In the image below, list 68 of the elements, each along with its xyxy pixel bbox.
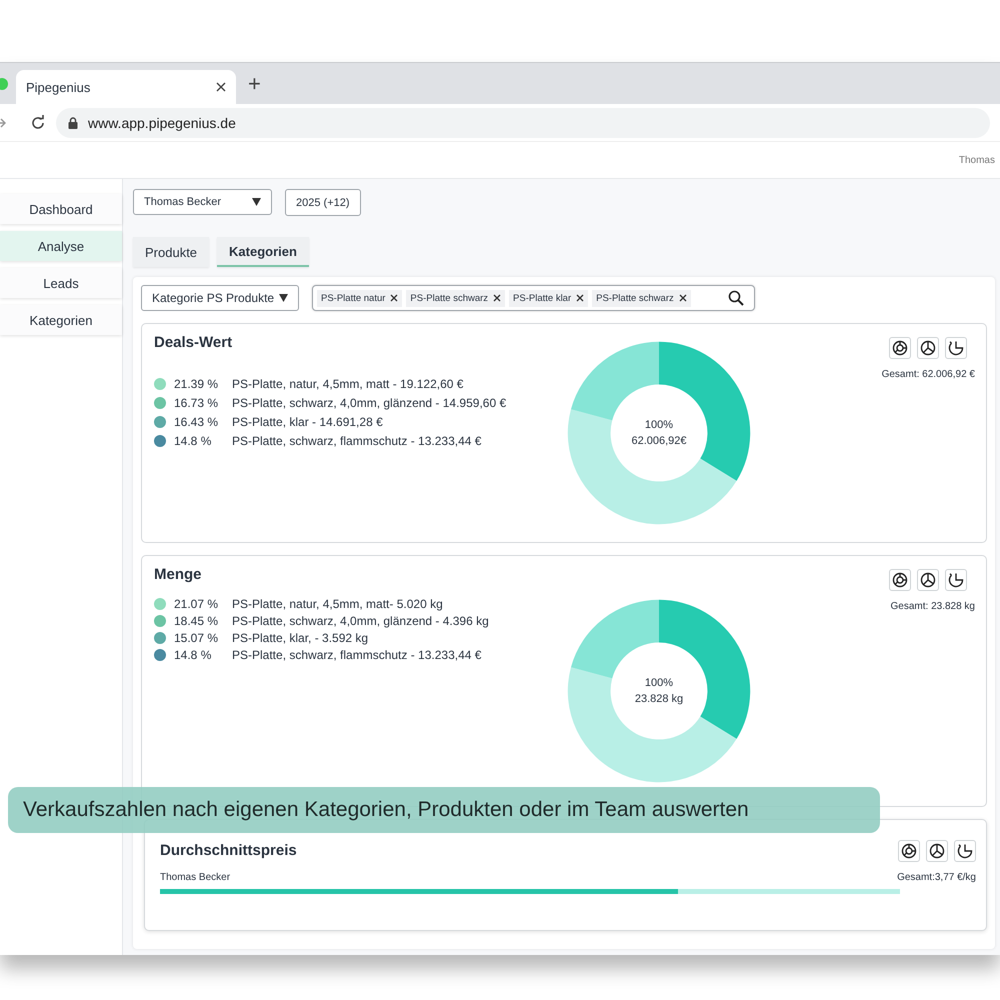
pie-chart-icon[interactable] <box>917 569 939 591</box>
donut-center-label: 100% <box>644 677 674 689</box>
total-label: Gesamt: 23.828 kg <box>890 601 975 612</box>
donut-center-label: 100% <box>644 419 674 431</box>
tag-label: PS-Platte natur <box>321 292 386 304</box>
close-icon[interactable] <box>678 294 687 302</box>
browser-tab[interactable]: Pipegenius <box>16 70 236 104</box>
legend-label: PS-Platte, schwarz, flammschutz - 13.233,44 € <box>232 648 482 662</box>
tag-label: PS-Platte schwarz <box>596 292 674 304</box>
legend-label: PS-Platte, klar - 14.691,28 € <box>232 415 383 429</box>
sidebar-item[interactable]: Dashboard <box>0 194 122 224</box>
donut-chart-icon[interactable] <box>889 337 911 359</box>
bar-label: Thomas Becker <box>160 872 230 883</box>
sidebar-item[interactable]: Kategorien <box>0 305 122 335</box>
legend-label: PS-Platte, schwarz, 4,0mm, glänzend - 14.959,60 € <box>232 396 506 410</box>
pie-chart-icon[interactable] <box>917 337 939 359</box>
caption-banner: Verkaufszahlen nach eigenen Kategorien, Produkten oder im Team auswerten <box>8 787 880 833</box>
category-dropdown[interactable]: Kategorie PS Produkte <box>141 285 299 311</box>
total-label: Gesamt: 62.006,92 € <box>882 369 975 380</box>
search-icon[interactable] <box>728 290 744 306</box>
legend-percent: 15.07 % <box>174 631 220 645</box>
card-title: Menge <box>154 566 203 583</box>
legend-percent: 14.8 % <box>174 648 212 662</box>
card-title: Deals-Wert <box>154 334 234 351</box>
caret-icon <box>252 198 261 206</box>
user-name[interactable]: Thomas <box>958 154 995 166</box>
new-tab-button[interactable]: + <box>248 70 261 96</box>
tag-label: PS-Platte klar <box>513 292 572 304</box>
sidebar-item[interactable]: Analyse <box>0 231 122 261</box>
legend-percent: 21.07 % <box>174 597 220 611</box>
total-label: Gesamt:3,77 €/kg <box>897 872 976 883</box>
lock-icon <box>68 116 78 128</box>
legend-label: PS-Platte, natur, 4,5mm, matt - 19.122,60 € <box>232 377 464 391</box>
tag-search-field[interactable]: PS-Platte natur PS-Platte schwarz PS-Platte klar PS-Platte schwarz <box>312 285 755 311</box>
legend-label: PS-Platte, klar, - 3.592 kg <box>232 631 368 645</box>
close-icon[interactable] <box>576 294 584 302</box>
donut-chart-icon[interactable] <box>898 840 920 862</box>
tab[interactable]: Kategorien <box>217 237 309 267</box>
tab-title: Pipegenius <box>26 80 92 94</box>
donut-chart-icon[interactable] <box>889 569 911 591</box>
legend-percent: 21.39 % <box>174 377 220 391</box>
donut-center-label: 23.828 kg <box>634 693 684 705</box>
pie-slice-icon[interactable] <box>945 569 967 591</box>
legend-label: PS-Platte, natur, 4,5mm, matt- 5.020 kg <box>232 597 443 611</box>
pie-slice-icon[interactable] <box>945 337 967 359</box>
card-title: Durchschnittspreis <box>160 842 297 859</box>
legend-percent: 16.43 % <box>174 415 220 429</box>
legend-percent: 18.45 % <box>174 614 220 628</box>
pie-chart-icon[interactable] <box>926 840 948 862</box>
legend-label: PS-Platte, schwarz, flammschutz - 13.233,44 € <box>232 434 482 448</box>
close-icon[interactable] <box>390 294 398 302</box>
close-icon[interactable] <box>493 294 502 302</box>
caret-icon <box>279 294 288 302</box>
forward-icon[interactable] <box>0 116 6 128</box>
donut-center-label: 62.006,92€ <box>631 435 687 447</box>
legend-percent: 14.8 % <box>174 434 212 448</box>
legend-label: PS-Platte, schwarz, 4,0mm, glänzend - 4.396 kg <box>232 614 489 628</box>
address-bar[interactable]: www.app.pipegenius.de <box>56 108 990 138</box>
tab[interactable]: Produkte <box>133 237 210 267</box>
sidebar-item[interactable]: Leads <box>0 268 122 298</box>
close-icon[interactable] <box>216 82 226 92</box>
pie-slice-icon[interactable] <box>954 840 976 862</box>
tag-label: PS-Platte schwarz <box>410 292 488 304</box>
reload-icon[interactable] <box>30 114 46 130</box>
legend-percent: 16.73 % <box>174 396 220 410</box>
url-text: www.app.pipegenius.de <box>88 114 236 130</box>
year-button[interactable]: 2025 (+12) <box>285 189 361 216</box>
person-dropdown[interactable]: Thomas Becker <box>133 189 272 215</box>
